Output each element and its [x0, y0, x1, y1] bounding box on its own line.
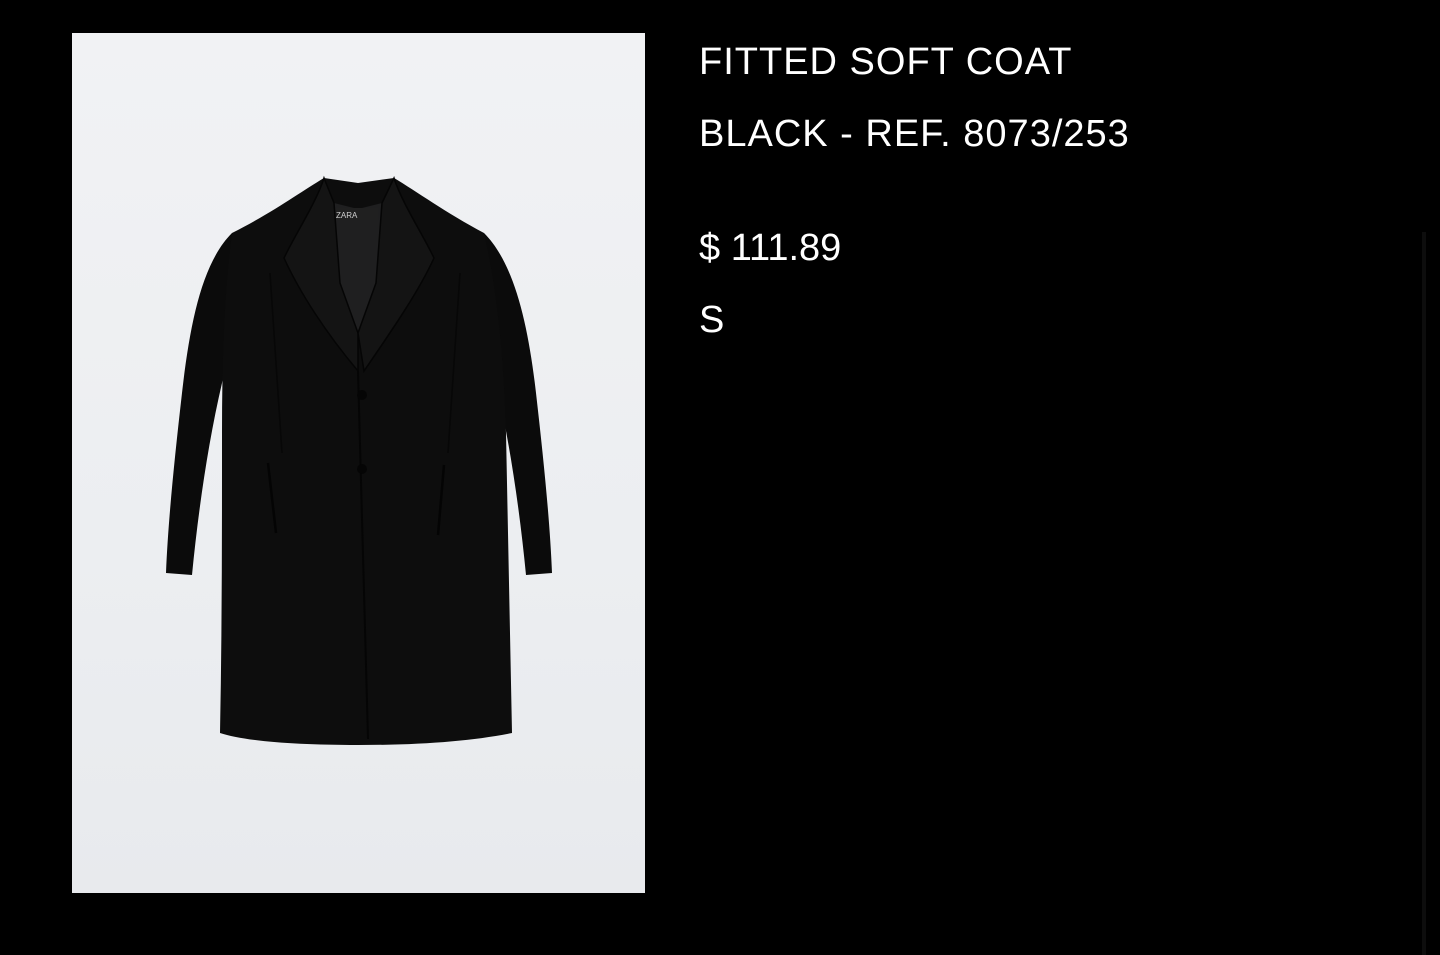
product-price: $ 111.89 — [699, 227, 842, 269]
coat-illustration: ZARA — [166, 175, 552, 745]
scrollbar[interactable] — [1422, 232, 1426, 955]
coat-button-upper — [357, 390, 367, 400]
label-text: ZARA — [336, 211, 358, 220]
coat-button-lower — [357, 464, 367, 474]
product-image[interactable]: ZARA — [72, 33, 645, 893]
product-color-ref: BLACK - REF. 8073/253 — [699, 113, 1130, 155]
product-size[interactable]: S — [699, 298, 724, 342]
product-title: FITTED SOFT COAT — [699, 41, 1073, 83]
